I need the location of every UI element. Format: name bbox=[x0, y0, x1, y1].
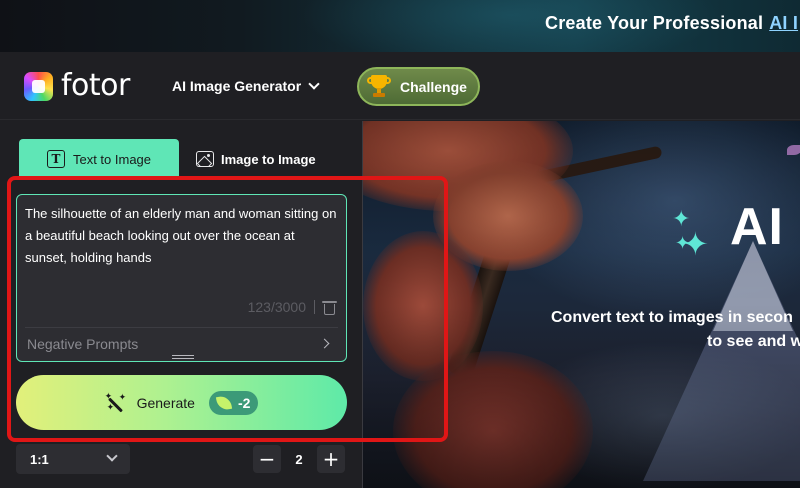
hero-banner bbox=[362, 121, 800, 488]
challenge-label: Challenge bbox=[400, 78, 467, 95]
tab-text-to-image[interactable]: T Text to Image bbox=[19, 139, 179, 179]
hero-title: AI bbox=[730, 198, 784, 256]
banner-highlight: AI I bbox=[769, 13, 799, 33]
trophy-icon bbox=[367, 74, 391, 100]
hero-subtitle-line1: Convert text to images in secon bbox=[551, 309, 793, 326]
banner-title: Create Your Professional bbox=[545, 13, 764, 33]
hero-subtitle: Convert text to images in secon to see a… bbox=[551, 306, 800, 354]
trash-icon[interactable] bbox=[322, 300, 337, 315]
promo-banner[interactable]: Create Your Professional AI I bbox=[0, 0, 800, 52]
cost-value: -2 bbox=[237, 394, 251, 411]
negative-prompts-toggle[interactable]: Negative Prompts bbox=[27, 336, 138, 352]
increment-button[interactable]: + bbox=[317, 445, 345, 473]
credit-cost-badge: -2 bbox=[208, 390, 259, 415]
hero-vignette bbox=[363, 121, 800, 488]
sparkle-icon: ✦ bbox=[675, 233, 691, 253]
chevron-right-icon[interactable] bbox=[319, 338, 330, 349]
counter-text: 123/3000 bbox=[247, 299, 306, 315]
menu-label: AI Image Generator bbox=[172, 78, 302, 94]
tab-label: Text to Image bbox=[72, 151, 152, 167]
image-count-stepper: − 2 + bbox=[253, 444, 347, 474]
logo-text: fotor bbox=[61, 68, 130, 103]
decrement-button[interactable]: − bbox=[253, 445, 281, 473]
challenge-button[interactable]: Challenge bbox=[357, 67, 480, 106]
image-icon bbox=[196, 151, 214, 167]
tab-image-to-image[interactable]: Image to Image bbox=[196, 139, 346, 179]
tab-label: Image to Image bbox=[221, 151, 316, 167]
header: fotor AI Image Generator Challenge bbox=[0, 52, 800, 120]
ai-image-generator-menu[interactable]: AI Image Generator bbox=[172, 78, 320, 94]
ratio-value: 1:1 bbox=[30, 451, 49, 467]
count-value: 2 bbox=[295, 451, 303, 467]
char-counter: 123/3000 bbox=[247, 299, 337, 315]
fotor-logo-icon bbox=[24, 71, 53, 101]
chevron-down-icon bbox=[106, 450, 118, 462]
butterfly-icon bbox=[787, 145, 800, 155]
divider bbox=[314, 300, 315, 314]
banner-text: Create Your Professional AI I bbox=[545, 13, 798, 34]
hero-subtitle-line2: to see and w bbox=[707, 333, 800, 350]
fotor-logo[interactable]: fotor bbox=[24, 71, 130, 101]
resize-handle[interactable] bbox=[172, 355, 194, 359]
prompt-textarea[interactable]: The silhouette of an elderly man and wom… bbox=[16, 194, 347, 362]
leaf-icon bbox=[215, 394, 233, 411]
text-icon: T bbox=[46, 150, 65, 168]
generate-label: Generate bbox=[136, 394, 195, 411]
divider bbox=[25, 327, 338, 328]
magic-wand-icon: ✦ ✦ ✦ bbox=[104, 390, 127, 412]
generator-panel: T Text to Image Image to Image The silho… bbox=[0, 121, 362, 488]
generate-button[interactable]: ✦ ✦ ✦ Generate -2 bbox=[16, 375, 347, 430]
prompt-text[interactable]: The silhouette of an elderly man and wom… bbox=[25, 203, 339, 269]
aspect-ratio-select[interactable]: 1:1 bbox=[16, 444, 130, 474]
chevron-down-icon bbox=[308, 78, 320, 90]
